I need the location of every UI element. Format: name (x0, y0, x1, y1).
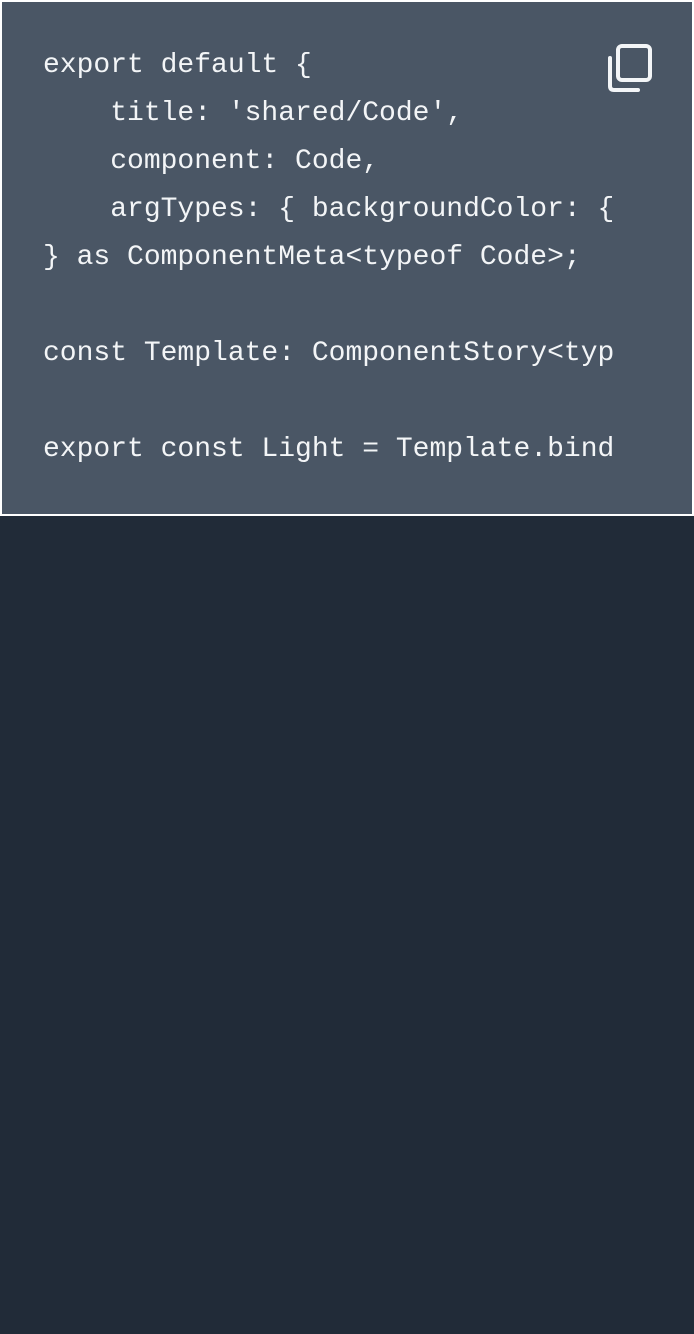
code-line: } as ComponentMeta<typeof Code>; (43, 242, 581, 273)
copy-icon (608, 44, 652, 92)
code-lines: export default { title: 'shared/Code', c… (43, 42, 614, 474)
code-line: const Template: ComponentStory<typ (43, 338, 615, 369)
copy-button[interactable] (600, 42, 658, 98)
code-line: component: Code, (43, 146, 380, 177)
code-line: export const Light = Template.bind (43, 434, 615, 465)
code-line: argTypes: { backgroundColor: { (43, 194, 615, 225)
page-background (0, 516, 694, 1334)
code-line: title: 'shared/Code', (43, 98, 464, 129)
code-block: export default { title: 'shared/Code', c… (0, 0, 694, 516)
code-line: export default { (43, 50, 312, 81)
